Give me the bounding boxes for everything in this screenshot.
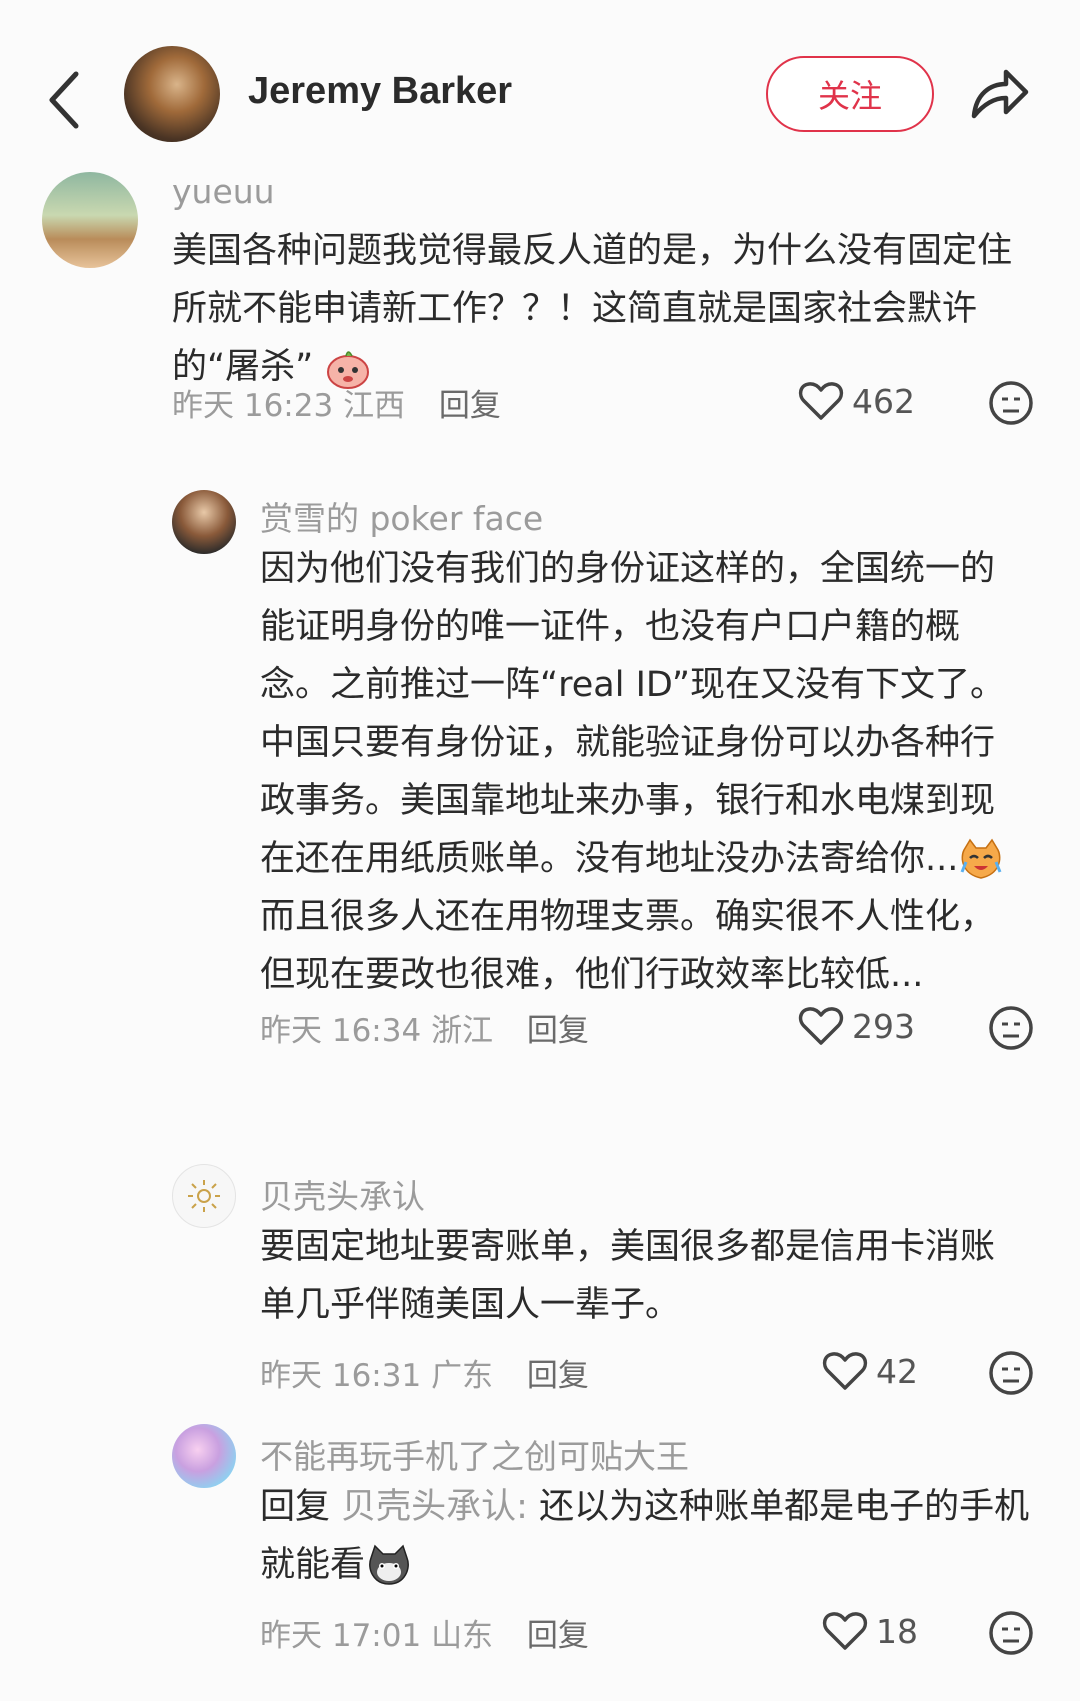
like-button[interactable]: 42: [822, 1350, 918, 1392]
comment-username[interactable]: 不能再玩手机了之创可贴大王: [260, 1430, 689, 1478]
comment-avatar[interactable]: [172, 1164, 236, 1228]
comment-text: 因为他们没有我们的身份证这样的，全国统一的能证明身份的唯一证件，也没有户口户籍的…: [260, 540, 1020, 1004]
comment-location: 浙江: [431, 1013, 494, 1049]
comment-avatar[interactable]: [172, 1424, 236, 1488]
share-icon: [971, 69, 1029, 119]
comment-time: 昨天 16:31: [260, 1358, 422, 1394]
like-count: 18: [876, 1611, 918, 1651]
comment-text: 要固定地址要寄账单，美国很多都是信用卡消账单几乎伴随美国人一辈子。: [260, 1227, 996, 1325]
reply-button[interactable]: 回复: [439, 388, 501, 424]
follow-button[interactable]: 关注: [766, 56, 934, 132]
dislike-face-icon[interactable]: [988, 1005, 1034, 1051]
comment-time: 昨天 16:23: [172, 388, 334, 424]
comment-text-content: 因为他们没有我们的身份证这样的，全国统一的能证明身份的唯一证件，也没有户口户籍的…: [260, 549, 1006, 879]
back-arrow-icon: [49, 71, 79, 129]
heart-icon: [798, 382, 844, 420]
like-count: 42: [876, 1351, 918, 1391]
reply-item: 赏雪的 poker face 因为他们没有我们的身份证这样的，全国统一的能证明身…: [0, 480, 1080, 1140]
comment-location: 江西: [343, 388, 406, 424]
heart-icon: [822, 1352, 868, 1390]
comment-avatar[interactable]: [42, 172, 138, 268]
comment-username[interactable]: 赏雪的 poker face: [260, 492, 543, 540]
emoji-icon: [369, 1544, 409, 1585]
comment-screen: Jeremy Barker 关注 yueuu 美国各种问题我觉得最反人道的是，为…: [0, 0, 1080, 1701]
reply-button[interactable]: 回复: [527, 1618, 589, 1654]
share-button[interactable]: [968, 64, 1032, 124]
dislike-face-icon[interactable]: [988, 1350, 1034, 1396]
comment-item: yueuu 美国各种问题我觉得最反人道的是，为什么没有固定住所就不能申请新工作？…: [0, 150, 1080, 470]
comment-meta: 昨天 17:01 山东 回复: [260, 1610, 589, 1655]
dislike-face-icon[interactable]: [988, 1610, 1034, 1656]
comment-meta: 昨天 16:34 浙江 回复: [260, 1005, 589, 1050]
reply-item: 不能再玩手机了之创可贴大王 回复 贝壳头承认: 还以为这种账单都是电子的手机就能…: [0, 1420, 1080, 1680]
reply-button[interactable]: 回复: [527, 1013, 589, 1049]
comment-time: 昨天 16:34: [260, 1013, 422, 1049]
heart-icon: [822, 1612, 868, 1650]
comment-text-content-cont: 而且很多人还在用物理支票。确实很不人性化，但现在要改也很难，他们行政效率比较低.…: [260, 897, 996, 995]
author-name[interactable]: Jeremy Barker: [248, 70, 512, 113]
comment-location: 山东: [431, 1618, 494, 1654]
comment-username[interactable]: yueuu: [172, 172, 275, 211]
like-button[interactable]: 18: [822, 1610, 918, 1652]
reply-prefix: 回复: [260, 1487, 331, 1527]
dislike-face-icon[interactable]: [988, 380, 1034, 426]
comment-meta: 昨天 16:31 广东 回复: [260, 1350, 589, 1395]
like-count: 462: [852, 381, 915, 421]
heart-icon: [798, 1007, 844, 1045]
reply-button[interactable]: 回复: [527, 1358, 589, 1394]
reply-mention[interactable]: 贝壳头承认:: [341, 1487, 528, 1527]
comment-meta: 昨天 16:23 江西 回复: [172, 380, 501, 425]
comment-text: 美国各种问题我觉得最反人道的是，为什么没有固定住所就不能申请新工作？？！这简直就…: [172, 222, 1032, 396]
comment-avatar[interactable]: [172, 490, 236, 554]
author-avatar[interactable]: [124, 46, 220, 142]
comment-username[interactable]: 贝壳头承认: [260, 1170, 425, 1218]
back-button[interactable]: [40, 60, 92, 140]
reply-item: 贝壳头承认 要固定地址要寄账单，美国很多都是信用卡消账单几乎伴随美国人一辈子。 …: [0, 1160, 1080, 1410]
comment-text: 回复 贝壳头承认: 还以为这种账单都是电子的手机就能看: [260, 1478, 1040, 1594]
like-count: 293: [852, 1006, 915, 1046]
emoji-icon: [960, 838, 1002, 879]
like-button[interactable]: 293: [798, 1005, 915, 1047]
sun-icon: [188, 1180, 220, 1212]
like-button[interactable]: 462: [798, 380, 915, 422]
comment-location: 广东: [431, 1358, 494, 1394]
comment-time: 昨天 17:01: [260, 1618, 422, 1654]
comment-text-content: 美国各种问题我觉得最反人道的是，为什么没有固定住所就不能申请新工作？？！这简直就…: [172, 231, 1013, 387]
